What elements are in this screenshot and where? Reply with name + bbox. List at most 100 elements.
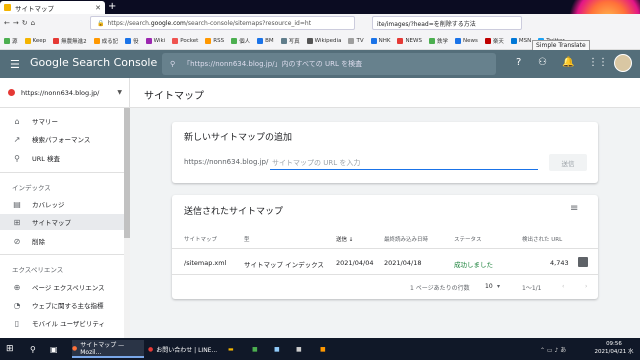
apps-grid-icon[interactable]: ⋮⋮: [588, 57, 608, 68]
bookmark-item[interactable]: 無農無進2: [53, 37, 87, 45]
sidebar-item-coverage[interactable]: ▤ カバレッジ: [0, 196, 124, 212]
bookmark-icon: [53, 37, 60, 44]
bookmark-icon: [93, 37, 100, 44]
sidebar-item-core-web-vitals[interactable]: ◔ ウェブに関する主な指標: [0, 297, 124, 313]
browser-search-text: ite/images/?head=を削除する方法: [377, 20, 476, 28]
sidebar-item-label: サイトマップ: [32, 219, 71, 227]
address-bar[interactable]: 🔒 https://search.google.com/search-conso…: [90, 16, 355, 30]
bookmark-item[interactable]: Pocket: [172, 37, 199, 44]
avatar[interactable]: [614, 54, 632, 72]
bookmark-item[interactable]: RSS: [205, 37, 224, 44]
bookmark-item[interactable]: Keep: [24, 37, 46, 44]
bookmark-icon: [306, 37, 313, 44]
sidebar-item-label: サマリー: [32, 118, 58, 126]
bookmark-icon: [484, 37, 491, 44]
column-header-submitted[interactable]: 送信 ↓: [336, 235, 353, 243]
cell-submitted: 2021/04/04: [336, 259, 374, 267]
sidebar-item-removals[interactable]: ⊘ 削除: [0, 233, 124, 249]
column-header-last-read[interactable]: 最終読み込み日時: [384, 235, 428, 243]
bookmark-item[interactable]: 写真: [280, 37, 300, 45]
cell-sitemap[interactable]: /sitemap.xml: [184, 259, 226, 267]
windows-start-icon[interactable]: ⊞: [6, 340, 14, 358]
chevron-down-icon[interactable]: ▾: [497, 283, 500, 290]
taskbar-item-line[interactable]: ● お問い合わせ | LINE...: [148, 340, 220, 358]
bookmark-item[interactable]: TV: [348, 37, 364, 44]
filter-icon[interactable]: ≡: [570, 203, 578, 214]
bookmark-label: BM: [265, 37, 274, 44]
app-icon[interactable]: ■: [320, 340, 326, 358]
home-icon[interactable]: ⌂: [31, 19, 35, 27]
bookmark-item[interactable]: Wikipedia: [306, 37, 341, 44]
clock-date: 2021/04/21 水: [594, 349, 634, 355]
close-tab-icon[interactable]: ✕: [95, 4, 101, 12]
sidebar-item-page-experience[interactable]: ⊕ ページ エクスペリエンス: [0, 279, 124, 295]
back-icon[interactable]: ←: [4, 19, 10, 27]
bookmark-item[interactable]: 楽天: [484, 37, 504, 45]
menu-icon[interactable]: ☰: [10, 58, 20, 71]
forward-icon[interactable]: →: [13, 19, 19, 27]
prev-page-icon[interactable]: ‹: [562, 283, 564, 290]
taskbar-clock[interactable]: 09:56 2021/04/21 水: [590, 340, 638, 356]
task-view-icon[interactable]: ▣: [50, 340, 58, 358]
bookmark-label: 役: [133, 38, 139, 45]
bookmark-item[interactable]: 役: [125, 37, 139, 45]
brand-title[interactable]: Google Search Console: [30, 56, 157, 70]
app-icon[interactable]: ■: [296, 340, 302, 358]
bookmark-item[interactable]: NHK: [370, 37, 390, 44]
taskbar-item-firefox[interactable]: ● サイトマップ — Mozil...: [72, 340, 144, 358]
cell-last-read: 2021/04/18: [384, 259, 422, 267]
trend-icon: ↗: [13, 134, 21, 144]
rows-per-page-select[interactable]: 10: [485, 283, 493, 290]
firefox-icon: ●: [72, 344, 78, 352]
sidebar-item-sitemaps[interactable]: ⊞ サイトマップ: [0, 214, 124, 230]
new-tab-button[interactable]: +: [108, 1, 116, 13]
bookmark-icon: [4, 37, 10, 44]
bookmark-item[interactable]: 源: [4, 37, 18, 45]
bookmark-item[interactable]: 鉄学: [428, 37, 448, 45]
search-icon: ⚲: [14, 153, 20, 163]
bookmark-item[interactable]: News: [454, 37, 478, 44]
next-page-icon[interactable]: ›: [585, 283, 587, 290]
sidebar-item-mobile-usability[interactable]: ▯ モバイル ユーザビリティ: [0, 315, 124, 331]
sidebar-item-url-inspection[interactable]: ⚲ URL 検査: [0, 150, 124, 166]
divider: [0, 254, 124, 255]
bar-chart-icon[interactable]: [578, 257, 588, 267]
folder-icon[interactable]: ▬: [228, 340, 234, 358]
sidebar-item-summary[interactable]: ⌂ サマリー: [0, 113, 124, 129]
tab-favicon-icon: [4, 4, 11, 11]
bookmark-item[interactable]: Wiki: [145, 37, 165, 44]
removal-icon: ⊘: [13, 236, 21, 246]
property-url: https://nonn634.blog.jp/: [21, 88, 100, 97]
bookmark-label: Pocket: [180, 37, 199, 44]
sitemap-url-prefix: https://nonn634.blog.jp/: [184, 158, 269, 166]
column-header-type[interactable]: 型: [244, 235, 250, 243]
column-header-sitemap[interactable]: サイトマップ: [184, 235, 217, 243]
bookmark-icon: [428, 37, 435, 44]
column-header-status[interactable]: ステータス: [454, 235, 482, 243]
url-prefix: https://search.: [107, 19, 151, 27]
url-inspect-search[interactable]: ⚲ 「https://nonn634.blog.jp/」内のすべての URL を…: [162, 53, 496, 75]
app-icon[interactable]: ■: [274, 340, 280, 358]
bookmark-item[interactable]: 成る記: [93, 37, 118, 45]
bookmark-icon: [257, 37, 264, 44]
search-icon[interactable]: ⚲: [30, 340, 36, 358]
tray-icons[interactable]: ⌃ ▭ ♪ あ: [540, 340, 566, 358]
bookmark-item[interactable]: MSN: [510, 37, 531, 44]
users-icon[interactable]: ⚇: [538, 57, 547, 68]
bookmark-item[interactable]: 個人: [231, 37, 250, 45]
submit-button[interactable]: 送信: [549, 154, 587, 171]
notifications-icon[interactable]: 🔔: [562, 57, 574, 68]
sitemap-url-input[interactable]: [270, 156, 538, 170]
column-header-discovered-urls[interactable]: 検出された URL: [522, 235, 562, 243]
bookmark-item[interactable]: BM: [257, 37, 274, 44]
browser-tab[interactable]: サイトマップ ✕: [0, 1, 105, 14]
help-icon[interactable]: ?: [516, 57, 521, 68]
property-selector[interactable]: https://nonn634.blog.jp/ ▼: [0, 78, 130, 108]
sidebar-item-label: 検索パフォーマンス: [32, 136, 91, 144]
reload-icon[interactable]: ↻: [22, 19, 28, 27]
app-icon[interactable]: ■: [252, 340, 258, 358]
sidebar-item-performance[interactable]: ↗ 検索パフォーマンス: [0, 131, 124, 147]
sidebar-item-label: ページ エクスペリエンス: [32, 284, 105, 292]
browser-search-box[interactable]: ite/images/?head=を削除する方法: [372, 16, 522, 30]
bookmark-item[interactable]: NEWS: [397, 37, 422, 44]
